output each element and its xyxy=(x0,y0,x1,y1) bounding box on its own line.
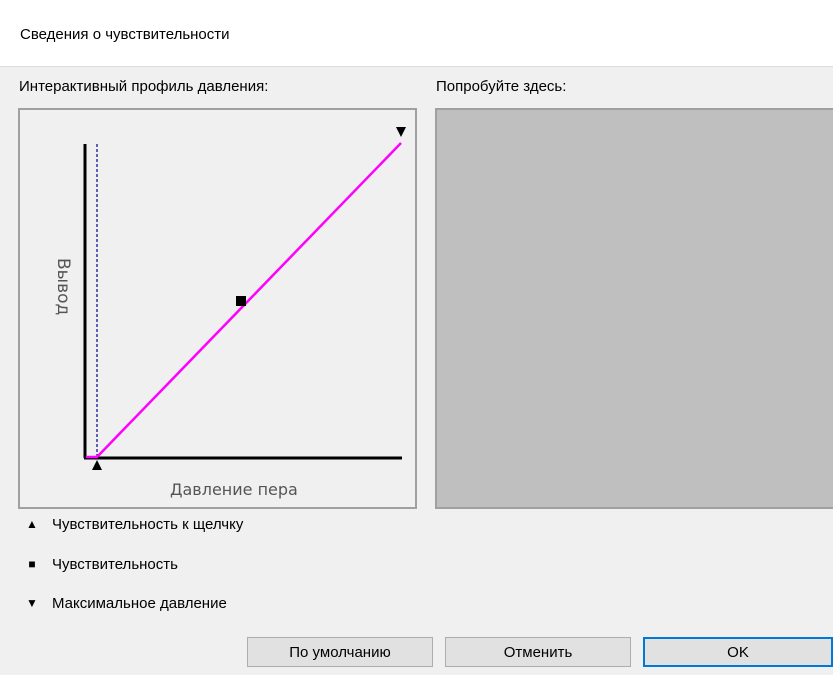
legend-item-click-sensitivity: ▲ Чувствительность к щелчку xyxy=(26,514,243,534)
legend-item-max-pressure: ▼ Максимальное давление xyxy=(26,593,227,613)
x-axis-label: Давление пера xyxy=(170,480,298,499)
legend-label: Чувствительность к щелчку xyxy=(52,515,244,533)
click-sensitivity-handle[interactable] xyxy=(92,460,102,470)
square-icon: ■ xyxy=(28,557,36,571)
pressure-curve-svg: Вывод Давление пера xyxy=(53,127,406,499)
legend-item-sensitivity: ■ Чувствительность xyxy=(26,554,178,574)
try-here-area[interactable] xyxy=(435,108,833,509)
profile-label: Интерактивный профиль давления: xyxy=(19,78,269,95)
down-triangle-icon: ▼ xyxy=(26,596,38,610)
window-title: Сведения о чувствительности xyxy=(20,26,230,43)
y-axis-label: Вывод xyxy=(53,258,73,315)
sensitivity-handle[interactable] xyxy=(236,296,246,306)
pressure-profile-graph[interactable]: Вывод Давление пера xyxy=(18,108,417,509)
cancel-button[interactable]: Отменить xyxy=(445,637,631,667)
sensitivity-dialog: Сведения о чувствительности Интерактивны… xyxy=(0,0,833,675)
legend-label: Чувствительность xyxy=(52,555,178,573)
max-pressure-handle[interactable] xyxy=(396,127,406,137)
default-button[interactable]: По умолчанию xyxy=(247,637,433,667)
up-triangle-icon: ▲ xyxy=(26,517,38,531)
legend-label: Максимальное давление xyxy=(52,594,227,612)
title-bar: Сведения о чувствительности xyxy=(0,0,833,67)
ok-button[interactable]: OK xyxy=(643,637,833,667)
try-here-label: Попробуйте здесь: xyxy=(436,78,567,95)
